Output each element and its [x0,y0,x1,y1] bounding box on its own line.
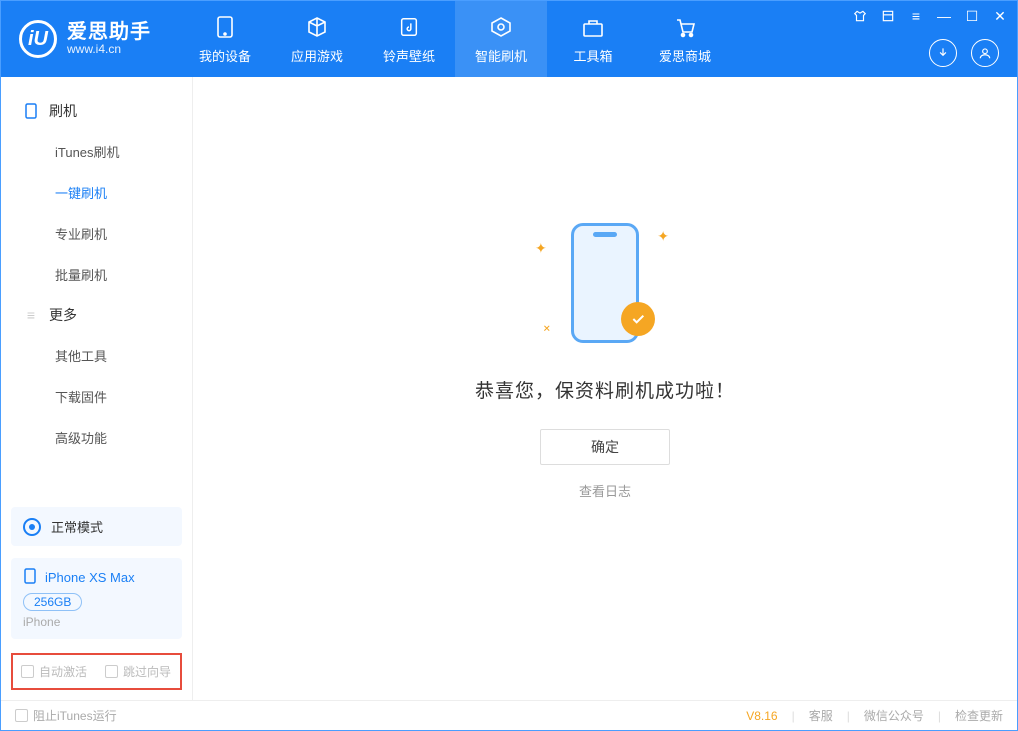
footer-right: V8.16 | 客服 | 微信公众号 | 检查更新 [746,707,1003,724]
footer: 阻止iTunes运行 V8.16 | 客服 | 微信公众号 | 检查更新 [1,700,1017,730]
check-badge-icon [621,302,655,336]
body: 刷机 iTunes刷机 一键刷机 专业刷机 批量刷机 ≡ 更多 其他工具 下载固… [1,77,1017,700]
checkbox-label: 自动激活 [39,663,87,680]
maximize-button[interactable]: ☐ [963,7,981,25]
checkbox-icon [105,665,118,678]
tab-label: 我的设备 [199,46,251,65]
tab-label: 应用游戏 [291,46,343,65]
checkbox-skip-wizard[interactable]: 跳过向导 [105,663,171,680]
mode-box[interactable]: 正常模式 [11,507,182,546]
music-icon [396,14,422,40]
options-highlight: 自动激活 跳过向导 [11,653,182,690]
section-title: 更多 [49,305,77,325]
sparkle-icon: ✦ [535,240,547,257]
mode-label: 正常模式 [51,517,103,536]
sidebar-section-flash: 刷机 [1,91,192,131]
sidebar-item-advanced[interactable]: 高级功能 [1,417,192,458]
mode-icon [23,518,41,536]
wechat-link[interactable]: 微信公众号 [864,707,924,724]
sparkle-icon: + [539,319,556,336]
device-name: iPhone XS Max [45,570,135,585]
tab-label: 工具箱 [573,46,612,65]
version-label: V8.16 [746,709,777,723]
device-type: iPhone [23,615,170,629]
footer-left: 阻止iTunes运行 [15,707,117,724]
logo-text: 爱思助手 www.i4.cn [67,21,151,56]
checkbox-auto-activate[interactable]: 自动激活 [21,663,87,680]
toolbox-icon [580,14,606,40]
device-phone-icon [23,568,37,587]
device-box[interactable]: iPhone XS Max 256GB iPhone [11,558,182,639]
sidebar-item-oneclick[interactable]: 一键刷机 [1,172,192,213]
sidebar-item-other[interactable]: 其他工具 [1,335,192,376]
tab-label: 智能刷机 [475,46,527,65]
success-message: 恭喜您，保资料刷机成功啦！ [475,376,735,403]
tab-store[interactable]: 爱思商城 [639,1,731,77]
checkbox-icon [21,665,34,678]
view-log-link[interactable]: 查看日志 [579,481,631,500]
cube-icon [304,14,330,40]
phone-icon [23,103,39,119]
section-title: 刷机 [49,101,77,121]
update-link[interactable]: 检查更新 [955,707,1003,724]
sidebar-item-itunes[interactable]: iTunes刷机 [1,131,192,172]
sidebar-section-more: ≡ 更多 [1,295,192,335]
shirt-icon[interactable] [851,7,869,25]
device-icon [212,14,238,40]
list-icon[interactable] [879,7,897,25]
checkbox-icon [15,709,28,722]
tab-apps[interactable]: 应用游戏 [271,1,363,77]
tab-my-device[interactable]: 我的设备 [179,1,271,77]
close-button[interactable]: ✕ [991,7,1009,25]
refresh-icon [488,14,514,40]
minimize-button[interactable]: — [935,7,953,25]
device-capacity: 256GB [23,593,82,611]
sidebar-item-firmware[interactable]: 下载固件 [1,376,192,417]
success-illustration: ✦ ✦ + [515,218,695,348]
menu-icon[interactable]: ≡ [907,7,925,25]
sparkle-icon: ✦ [657,228,669,245]
tab-flash[interactable]: 智能刷机 [455,1,547,77]
header-actions [929,39,999,67]
main-content: ✦ ✦ + 恭喜您，保资料刷机成功啦！ 确定 查看日志 [193,77,1017,700]
download-icon[interactable] [929,39,957,67]
checkbox-label: 跳过向导 [123,663,171,680]
app-name: 爱思助手 [67,21,151,43]
sidebar-item-batch[interactable]: 批量刷机 [1,254,192,295]
more-icon: ≡ [23,307,39,323]
checkbox-stop-itunes[interactable]: 阻止iTunes运行 [15,707,117,724]
window-controls: ≡ — ☐ ✕ [851,7,1009,25]
app-url: www.i4.cn [67,43,151,56]
tab-label: 铃声壁纸 [383,46,435,65]
sidebar-item-pro[interactable]: 专业刷机 [1,213,192,254]
tab-toolbox[interactable]: 工具箱 [547,1,639,77]
tab-ringtones[interactable]: 铃声壁纸 [363,1,455,77]
tab-label: 爱思商城 [659,46,711,65]
logo: iU 爱思助手 www.i4.cn [1,1,169,77]
logo-icon: iU [19,20,57,58]
header: iU 爱思助手 www.i4.cn 我的设备 应用游戏 铃声壁纸 智能刷机 工具… [1,1,1017,77]
user-icon[interactable] [971,39,999,67]
ok-button[interactable]: 确定 [540,429,670,465]
checkbox-label: 阻止iTunes运行 [33,707,117,724]
cart-icon [672,14,698,40]
support-link[interactable]: 客服 [809,707,833,724]
sidebar: 刷机 iTunes刷机 一键刷机 专业刷机 批量刷机 ≡ 更多 其他工具 下载固… [1,77,193,700]
